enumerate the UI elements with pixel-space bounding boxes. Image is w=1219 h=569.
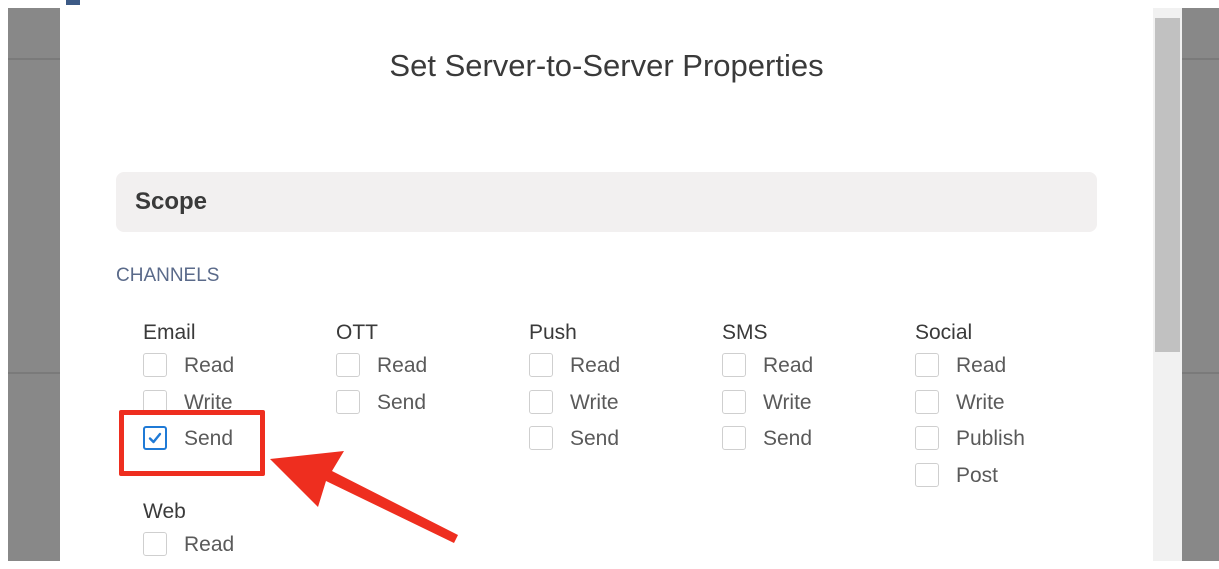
social-publish-option[interactable]: Publish (915, 426, 1095, 463)
ott-send-option[interactable]: Send (336, 389, 516, 427)
channel-group-ott: OTT Read Send (336, 320, 516, 426)
social-publish-checkbox[interactable] (915, 426, 939, 450)
channel-heading: Push (529, 321, 577, 344)
option-label: Read (184, 533, 235, 556)
option-label: Read (377, 354, 428, 377)
push-send-checkbox[interactable] (529, 426, 553, 450)
social-post-checkbox[interactable] (915, 462, 939, 487)
sms-send-option[interactable]: Send (722, 426, 902, 463)
sms-send-checkbox[interactable] (722, 426, 746, 450)
annotation-highlight-box (119, 410, 265, 476)
option-label: Write (763, 390, 812, 414)
corner-fragment (66, 0, 80, 5)
option-label: Send (763, 427, 813, 450)
ott-read-option[interactable]: Read (336, 353, 516, 390)
channel-group-sms: SMS Read Write Send (722, 320, 902, 463)
sms-read-checkbox[interactable] (722, 353, 746, 377)
push-write-checkbox[interactable] (529, 389, 553, 414)
channel-heading: Social (915, 321, 973, 344)
email-read-option[interactable]: Read (143, 353, 323, 390)
arrow-icon (270, 451, 458, 543)
ott-send-checkbox[interactable] (336, 389, 360, 414)
scope-label: Scope (135, 188, 208, 215)
social-read-checkbox[interactable] (915, 353, 939, 377)
option-label: Read (570, 354, 621, 377)
push-read-checkbox[interactable] (529, 353, 553, 377)
sms-write-option[interactable]: Write (722, 389, 902, 427)
channel-group-push: Push Read Write Send (529, 320, 709, 463)
social-write-option[interactable]: Write (915, 389, 1095, 427)
channels-label: CHANNELS (116, 265, 220, 286)
push-send-option[interactable]: Send (529, 426, 709, 463)
channel-group-social: Social Read Write Publish Post (915, 320, 1095, 499)
push-read-option[interactable]: Read (529, 353, 709, 390)
social-read-option[interactable]: Read (915, 353, 1095, 390)
option-label: Read (956, 354, 1007, 377)
email-read-checkbox[interactable] (143, 353, 167, 377)
option-label: Post (956, 463, 999, 487)
dialog-title: Set Server-to-Server Properties (389, 48, 824, 83)
option-label: Publish (956, 427, 1025, 450)
channel-heading: OTT (336, 321, 378, 344)
sms-read-option[interactable]: Read (722, 353, 902, 390)
ott-read-checkbox[interactable] (336, 353, 360, 377)
scope-section-header (116, 172, 1097, 232)
scrollbar-thumb[interactable] (1155, 18, 1180, 352)
channel-heading: SMS (722, 321, 768, 344)
web-read-checkbox[interactable] (143, 532, 167, 556)
option-label: Send (377, 390, 427, 414)
social-post-option[interactable]: Post (915, 462, 1095, 500)
option-label: Write (956, 390, 1005, 414)
option-label: Send (570, 427, 620, 450)
channel-heading: Email (143, 321, 196, 344)
push-write-option[interactable]: Write (529, 389, 709, 427)
sms-write-checkbox[interactable] (722, 389, 746, 414)
social-write-checkbox[interactable] (915, 389, 939, 414)
option-label: Read (184, 354, 235, 377)
option-label: Read (763, 354, 814, 377)
option-label: Write (570, 390, 619, 414)
